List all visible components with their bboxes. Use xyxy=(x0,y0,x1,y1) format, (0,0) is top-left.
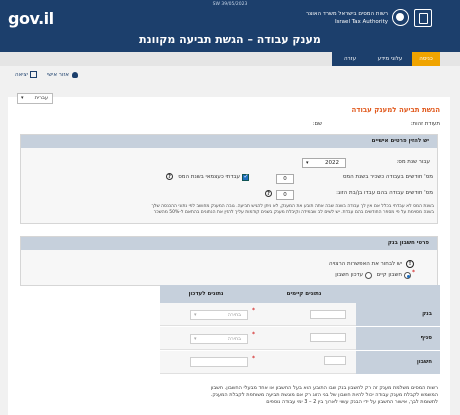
logout-link[interactable]: יציאה xyxy=(15,72,28,78)
help-icon[interactable]: ? xyxy=(166,173,173,180)
info-icon: ! xyxy=(406,260,414,268)
table-corner xyxy=(356,285,440,303)
required-marker: * xyxy=(252,307,255,314)
language-value: עברית xyxy=(34,95,48,101)
row-label-branch: סניף xyxy=(356,327,440,350)
bank-details-header: פרטי חשבון בנק xyxy=(21,237,437,250)
chevron-down-icon: ▾ xyxy=(21,95,24,101)
bank-table: נתונים קיימים נתונים לעדכון בנק * ▾ בחיר… xyxy=(160,285,440,374)
org-name-english: Israel Tax Authority xyxy=(334,19,388,25)
tab-info-leaflets[interactable]: עלוני מידע xyxy=(368,52,412,66)
required-marker: * xyxy=(252,331,255,338)
col-update-header: נתונים לעדכון xyxy=(160,285,252,303)
bank-select[interactable]: ▾ בחירה xyxy=(190,310,248,320)
self-employed-label: עבדתי כעצמאי בשנת המס xyxy=(178,174,240,180)
bank-note-3: לתשומת לבך, אישור החשבון על ידי הבנק עשו… xyxy=(266,399,438,405)
tax-year-value: 2022 xyxy=(325,160,339,166)
personal-area-link[interactable]: אזור אישי xyxy=(47,72,69,78)
state-emblem-icon xyxy=(414,9,432,27)
bank-select-placeholder: בחירה xyxy=(227,312,241,318)
required-marker: * xyxy=(252,355,255,362)
language-select[interactable]: ▾ עברית xyxy=(17,93,53,104)
radio-update-account[interactable] xyxy=(365,272,372,279)
spouse-months-input[interactable]: 0 xyxy=(276,190,294,200)
page-title: מענק עבודה – הגשת תביעה מקוונת xyxy=(139,33,321,46)
personal-details-header: יש להזין פרטים אישיים xyxy=(21,135,437,148)
row-label-account: חשבון xyxy=(356,351,440,374)
self-employed-checkbox[interactable] xyxy=(242,173,249,181)
chevron-down-icon: ▾ xyxy=(194,336,197,342)
col-existing-header: נתונים קיימים xyxy=(252,285,356,303)
logout-icon xyxy=(30,71,37,78)
existing-account-value xyxy=(324,356,346,365)
existing-branch-value xyxy=(310,333,346,342)
chevron-down-icon: ▾ xyxy=(194,312,197,318)
months-employed-input[interactable]: 0 xyxy=(276,174,294,184)
user-icon xyxy=(72,72,78,78)
required-marker: * xyxy=(412,269,415,276)
tab-login[interactable]: כניסה xyxy=(412,52,440,66)
section-title: הגשת תביעה למענק עבודה xyxy=(351,106,440,114)
existing-bank-value xyxy=(310,310,346,319)
help-icon[interactable]: ? xyxy=(265,190,272,197)
tax-authority-logo-icon xyxy=(392,9,409,26)
gov-il-logo[interactable]: gov.il xyxy=(8,9,54,28)
branch-select-placeholder: בחירה xyxy=(227,336,241,342)
update-account-label: עדכון חשבון xyxy=(335,272,363,278)
choose-option-label: יש לבחור את האפשרות הרצויה xyxy=(328,261,402,267)
personal-note-2: בשנה מסוימת על פי מספר החודשים בהם עבדת.… xyxy=(153,210,434,215)
tax-year-select[interactable]: ▾ 2022 xyxy=(302,158,346,168)
existing-account-label: חשבון קיים xyxy=(376,272,402,278)
bank-note-1: רשות המסים משלמת מענק זה רק לחשבון בנק ש… xyxy=(210,385,438,391)
tax-year-label: עבור שנת מס: xyxy=(396,159,430,165)
org-name-hebrew: רשות המסים בישראל משרד האוצר xyxy=(306,11,388,17)
id-label: תעודת זהות: xyxy=(410,121,440,127)
row-label-bank: בנק xyxy=(356,303,440,326)
months-employed-label: מס' חודשים בעבודה כשכיר בשנת המס xyxy=(342,174,433,180)
chevron-down-icon: ▾ xyxy=(306,160,309,166)
radio-existing-account[interactable] xyxy=(404,272,411,279)
name-label: שם: xyxy=(312,121,322,127)
tab-help[interactable]: עזרה xyxy=(332,52,368,66)
header-top-id: SW 39/05/2023 xyxy=(212,2,248,7)
bank-note-2: המשמש לקבלת מענק עבודה יכול להיות חשבון … xyxy=(210,392,438,398)
account-input[interactable] xyxy=(190,357,248,367)
branch-select[interactable]: ▾ בחירה xyxy=(190,334,248,344)
spouse-months-label: מס' חודשים עבודה בהם עבדו בן/בת הזוג: xyxy=(336,190,433,196)
